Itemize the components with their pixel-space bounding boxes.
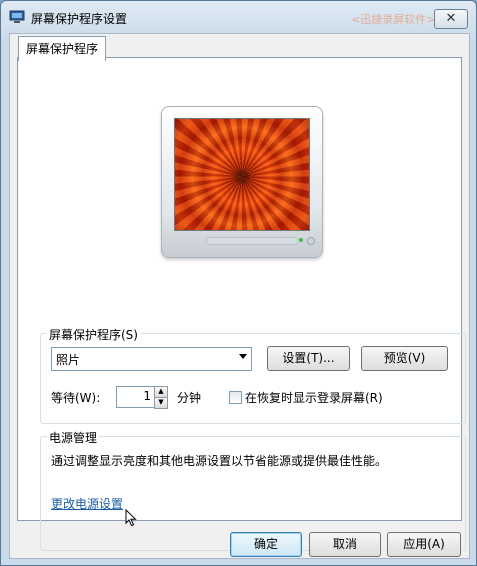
wait-minutes-value: 1 [143, 389, 151, 403]
screensaver-select[interactable]: 照片 [51, 347, 252, 371]
close-button[interactable]: ✕ [434, 9, 468, 29]
wait-label: 等待(W): [51, 391, 101, 405]
preview-screen-image [174, 118, 310, 231]
flower-petals [175, 119, 309, 230]
power-led-icon [299, 238, 303, 242]
monitor-preview [161, 106, 323, 258]
power-description: 通过调整显示亮度和其他电源设置以节省能源或提供最佳性能。 [51, 454, 388, 468]
change-power-settings-link[interactable]: 更改电源设置 [51, 495, 123, 512]
screensaver-monitor-icon [9, 10, 25, 23]
power-group-legend: 电源管理 [47, 429, 100, 446]
close-icon: ✕ [445, 11, 457, 26]
window-title: 屏幕保护程序设置 [31, 12, 128, 26]
resume-login-checkbox[interactable] [229, 391, 242, 404]
screensaver-group: 屏幕保护程序(S) 照片 设置(T)... 预览(V) 等待(W): 1 ▲ ▼… [40, 326, 466, 424]
tab-panel: 屏幕保护程序(S) 照片 设置(T)... 预览(V) 等待(W): 1 ▲ ▼… [17, 57, 466, 551]
tab-screensaver[interactable]: 屏幕保护程序 [18, 36, 107, 61]
apply-button[interactable]: 应用(A) [387, 532, 461, 557]
screensaver-select-value: 照片 [56, 353, 81, 367]
wait-minutes-input[interactable]: 1 [116, 386, 156, 408]
recording-watermark: <迅捷录屏软件> [351, 13, 436, 26]
settings-button[interactable]: 设置(T)... [267, 346, 350, 371]
dialog-client: 屏幕保护程序 屏幕保护程序(S) 照片 设置(T)... 预览(V) 等待(W)… [9, 33, 470, 559]
decrement-arrow-icon[interactable]: ▼ [154, 397, 168, 409]
wait-minutes-stepper[interactable]: ▲ ▼ [154, 386, 168, 409]
chevron-down-icon [239, 354, 247, 359]
preview-button[interactable]: 预览(V) [361, 346, 448, 371]
mouse-cursor-icon [125, 509, 137, 527]
ok-button[interactable]: 确定 [230, 532, 302, 557]
monitor-slot [206, 237, 298, 245]
resume-login-checkbox-label[interactable]: 在恢复时显示登录屏幕(R) [245, 389, 383, 406]
monitor-power-button-icon [307, 237, 315, 245]
screensaver-settings-window: 屏幕保护程序设置 <迅捷录屏软件> ✕ 屏幕保护程序 屏幕保护程序(S) 照片 [0, 0, 477, 566]
minutes-label: 分钟 [177, 391, 202, 405]
cancel-button[interactable]: 取消 [309, 532, 381, 557]
title-bar[interactable]: 屏幕保护程序设置 <迅捷录屏软件> ✕ [1, 1, 476, 33]
screensaver-group-legend: 屏幕保护程序(S) [47, 326, 140, 343]
